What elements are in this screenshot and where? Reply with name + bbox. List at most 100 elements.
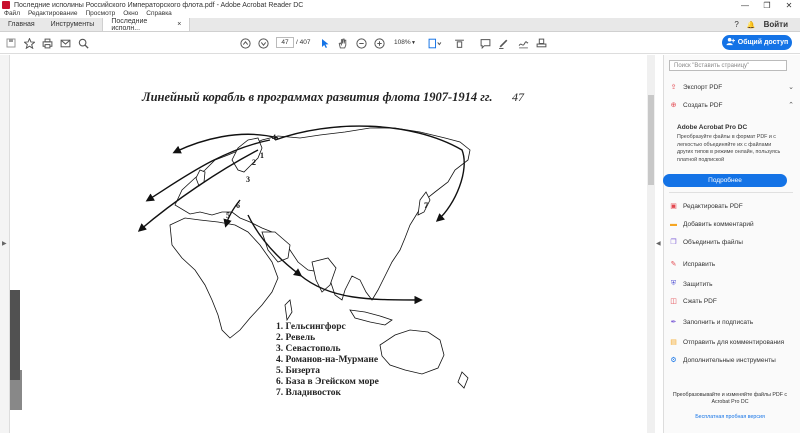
- panel-divider: [669, 192, 793, 193]
- tool-more-tools[interactable]: ⚙ Дополнительные инструменты: [669, 353, 794, 367]
- vertical-scrollbar[interactable]: [647, 55, 655, 433]
- legend-item: 7. Владивосток: [276, 388, 341, 398]
- tool-label: Редактировать PDF: [683, 202, 743, 210]
- comment-icon: ▬: [670, 220, 677, 228]
- tool-send-for-comment[interactable]: ▤ Отправить для комментирования: [669, 335, 794, 349]
- export-pdf-label: Экспорт PDF: [683, 83, 723, 91]
- search-icon[interactable]: [78, 36, 89, 50]
- zoom-in-icon[interactable]: [374, 36, 385, 50]
- page-heading: Линейный корабль в программах развития ф…: [142, 90, 493, 104]
- combine-files-icon: ❐: [670, 239, 677, 246]
- sign-icon[interactable]: [518, 36, 529, 50]
- create-pdf-label: Создать PDF: [683, 101, 723, 109]
- tool-protect[interactable]: ⛨ Защитить: [669, 277, 794, 291]
- shield-icon: ⛨: [670, 280, 677, 287]
- close-window-button[interactable]: ✕: [778, 0, 800, 10]
- legend-item: 3. Севастополь: [276, 344, 341, 354]
- tool-label: Объединить файлы: [683, 238, 743, 246]
- create-pdf-item[interactable]: ⊕ Создать PDF ⌃: [669, 98, 794, 112]
- tab-bar: Главная Инструменты Последние исполн... …: [0, 18, 800, 32]
- zoom-value: 108%: [394, 39, 411, 46]
- tool-label: Добавить комментарий: [683, 220, 754, 228]
- legend-item: 2. Ревель: [276, 333, 316, 343]
- tool-fill-sign[interactable]: ✒ Заполнить и подписать: [669, 315, 794, 329]
- chevron-down-icon[interactable]: ⌄: [788, 83, 794, 91]
- learn-more-button[interactable]: Подробнее: [663, 174, 787, 187]
- maximize-button[interactable]: ❐: [756, 0, 778, 10]
- save-icon[interactable]: [6, 36, 16, 50]
- legend-item: 1. Гельсингфорс: [276, 322, 346, 332]
- page-number-input[interactable]: 47: [276, 37, 294, 48]
- minimize-button[interactable]: —: [734, 0, 756, 10]
- bookmark-star-icon[interactable]: [24, 36, 35, 50]
- email-icon[interactable]: [60, 36, 71, 50]
- legend-item: 5. Бизерта: [276, 366, 320, 376]
- tab-document[interactable]: Последние исполн... ×: [102, 17, 191, 32]
- create-pdf-icon: ⊕: [670, 102, 677, 109]
- tool-label: Сжать PDF: [683, 297, 717, 305]
- page-down-icon[interactable]: [258, 36, 269, 50]
- sign-pen-icon: ✒: [670, 319, 677, 326]
- tool-label: Дополнительные инструменты: [683, 356, 776, 364]
- promo-text: Преобразуйте файлы в формат PDF и с легк…: [677, 134, 781, 163]
- menu-edit[interactable]: Редактирование: [28, 10, 78, 18]
- tool-add-comment[interactable]: ▬ Добавить комментарий: [669, 217, 794, 231]
- tab-home[interactable]: Главная: [0, 18, 43, 31]
- scan-edge-artifact: [10, 290, 20, 380]
- page-up-icon[interactable]: [240, 36, 251, 50]
- chevron-down-icon: ▼: [411, 39, 416, 46]
- tab-tools[interactable]: Инструменты: [43, 18, 103, 31]
- scrollbar-thumb[interactable]: [648, 95, 654, 185]
- tool-edit-pdf[interactable]: ▣ Редактировать PDF: [669, 199, 794, 213]
- zoom-out-icon[interactable]: [356, 36, 367, 50]
- tab-document-label: Последние исполн...: [111, 17, 148, 32]
- tool-fix[interactable]: ✎ Исправить: [669, 257, 794, 271]
- menu-file[interactable]: Файл: [4, 10, 20, 18]
- share-label: Общий доступ: [737, 39, 789, 46]
- zoom-select[interactable]: 108% ▼: [392, 37, 418, 48]
- scroll-mode-icon[interactable]: [454, 36, 465, 50]
- page-number-label: 47: [512, 90, 524, 104]
- notification-bell-icon[interactable]: 🔔: [747, 21, 756, 29]
- comment-icon[interactable]: [480, 36, 491, 50]
- legend-item: 6. База в Эгейском море: [276, 377, 379, 387]
- expand-left-panel-icon[interactable]: ▶: [2, 240, 7, 247]
- send-comment-icon: ▤: [670, 339, 677, 346]
- title-bar: Последние исполины Российского Император…: [0, 0, 800, 10]
- legend-item: 4. Романов-на-Мурмане: [276, 355, 379, 365]
- tool-label: Защитить: [683, 280, 713, 288]
- login-link[interactable]: Войти: [764, 20, 788, 29]
- export-pdf-item[interactable]: ⇪ Экспорт PDF ⌄: [669, 80, 794, 94]
- tool-compress-pdf[interactable]: ◫ Сжать PDF: [669, 294, 794, 308]
- promo-title: Adobe Acrobat Pro DC: [677, 124, 748, 131]
- tool-label: Заполнить и подписать: [683, 318, 754, 326]
- acrobat-app-icon: [2, 1, 10, 9]
- help-icon[interactable]: ?: [734, 20, 738, 29]
- compress-icon: ◫: [670, 298, 677, 305]
- edit-pdf-icon: ▣: [670, 203, 677, 210]
- highlight-pen-icon[interactable]: [498, 36, 509, 50]
- more-tools-icon: ⚙: [670, 357, 677, 364]
- hand-tool-icon[interactable]: [337, 36, 348, 50]
- share-button[interactable]: Общий доступ: [722, 35, 792, 50]
- collapse-right-panel-icon[interactable]: ◀: [656, 240, 661, 247]
- select-cursor-icon[interactable]: [320, 36, 330, 50]
- free-trial-link[interactable]: Бесплатная пробная версия: [668, 414, 792, 420]
- tool-label: Исправить: [683, 260, 716, 268]
- export-pdf-icon: ⇪: [670, 84, 677, 91]
- pen-icon: ✎: [670, 261, 677, 268]
- fit-page-icon[interactable]: [428, 36, 442, 50]
- add-user-icon: [726, 37, 735, 48]
- tools-search-input[interactable]: Поиск "Вставить страницу": [669, 60, 787, 71]
- window-controls: — ❐ ✕: [734, 0, 800, 10]
- upsell-text: Преобразовывайте и изменяйте файлы PDF с…: [672, 392, 788, 405]
- tab-close-icon[interactable]: ×: [177, 21, 181, 28]
- scan-edge-artifact-lower: [10, 370, 22, 410]
- print-icon[interactable]: [42, 36, 53, 50]
- page-total: / 407: [296, 39, 311, 46]
- tool-label: Отправить для комментирования: [683, 338, 785, 346]
- map-legend: 1. Гельсингфорс 2. Ревель 3. Севастополь…: [276, 322, 379, 399]
- tool-combine-files[interactable]: ❐ Объединить файлы: [669, 235, 794, 249]
- chevron-up-icon[interactable]: ⌃: [788, 101, 794, 109]
- stamp-icon[interactable]: [536, 36, 547, 50]
